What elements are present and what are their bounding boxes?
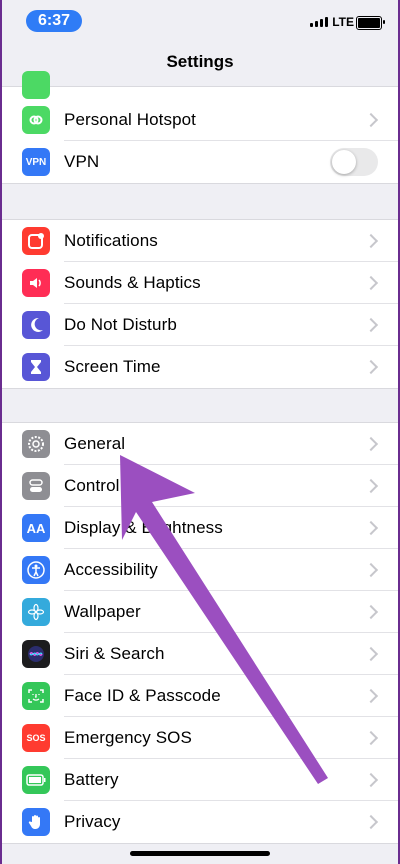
chevron-right-icon (363, 436, 379, 452)
chevron-right-icon (363, 233, 379, 249)
settings-row-general[interactable]: General (2, 423, 398, 465)
settings-row-label: Wallpaper (64, 602, 141, 621)
cellular-icon (22, 71, 50, 99)
settings-row-personal-hotspot[interactable]: Personal Hotspot (2, 99, 398, 141)
settings-row-label: Screen Time (64, 357, 161, 376)
network-type: LTE (332, 15, 354, 29)
settings-row-sounds[interactable]: Sounds & Haptics (2, 262, 398, 304)
settings-row-label: Privacy (64, 812, 121, 831)
hotspot-icon (22, 106, 50, 134)
chevron-right-icon (363, 478, 379, 494)
display-icon: AA (22, 514, 50, 542)
chevron-right-icon (363, 562, 379, 578)
page-title: Settings (166, 52, 234, 71)
settings-row-label: Do Not Disturb (64, 315, 177, 334)
chevron-right-icon (363, 520, 379, 536)
chevron-right-icon (363, 112, 379, 128)
settings-group-notifications: Notifications Sounds & Haptics Do Not Di… (2, 219, 398, 389)
battery-icon (22, 766, 50, 794)
notifications-icon (22, 227, 50, 255)
settings-row-siri[interactable]: Siri & Search (2, 633, 398, 675)
chevron-right-icon (363, 275, 379, 291)
settings-row-face-id[interactable]: Face ID & Passcode (2, 675, 398, 717)
settings-row-screen-time[interactable]: Screen Time (2, 346, 398, 388)
chevron-right-icon (363, 730, 379, 746)
home-indicator[interactable] (130, 851, 270, 856)
vpn-icon: VPN (22, 148, 50, 176)
settings-row-display[interactable]: AA Display & Brightness (2, 507, 398, 549)
settings-row-emergency-sos[interactable]: SOS Emergency SOS (2, 717, 398, 759)
chevron-right-icon (363, 317, 379, 333)
speaker-icon (22, 269, 50, 297)
settings-row-label: Sounds & Haptics (64, 273, 201, 292)
settings-row-vpn[interactable]: VPN VPN (2, 141, 398, 183)
chevron-right-icon (363, 814, 379, 830)
gear-icon (22, 430, 50, 458)
settings-group-connectivity: Personal Hotspot VPN VPN (2, 71, 398, 184)
settings-row-label: Notifications (64, 231, 158, 250)
settings-row-label: Face ID & Passcode (64, 686, 221, 705)
chevron-right-icon (363, 359, 379, 375)
vpn-toggle[interactable] (330, 148, 378, 176)
status-bar: 6:37 LTE (2, 0, 398, 44)
sos-icon: SOS (22, 724, 50, 752)
settings-row-label: General (64, 434, 126, 453)
hand-icon (22, 808, 50, 836)
settings-row-battery[interactable]: Battery (2, 759, 398, 801)
settings-row-notifications[interactable]: Notifications (2, 220, 398, 262)
settings-row-label: Battery (64, 770, 119, 789)
settings-row-label: Emergency SOS (64, 728, 192, 747)
settings-row-label: Siri & Search (64, 644, 165, 663)
signal-icon (310, 17, 328, 27)
settings-row-privacy[interactable]: Privacy (2, 801, 398, 843)
settings-row-label: Display & Brightness (64, 518, 223, 537)
wallpaper-icon (22, 598, 50, 626)
settings-row-control-centre[interactable]: Control Centre (2, 465, 398, 507)
status-time[interactable]: 6:37 (26, 10, 82, 32)
settings-row-label: Control Centre (64, 476, 176, 495)
settings-row-label: Accessibility (64, 560, 158, 579)
settings-row-label: Personal Hotspot (64, 110, 197, 129)
accessibility-icon (22, 556, 50, 584)
settings-group-general: General Control Centre AA Display & Brig… (2, 422, 398, 844)
chevron-right-icon (363, 604, 379, 620)
control-centre-icon (22, 472, 50, 500)
siri-icon (22, 640, 50, 668)
hourglass-icon (22, 353, 50, 381)
settings-row-do-not-disturb[interactable]: Do Not Disturb (2, 304, 398, 346)
settings-row-label: VPN (64, 152, 100, 171)
face-id-icon (22, 682, 50, 710)
settings-row-accessibility[interactable]: Accessibility (2, 549, 398, 591)
settings-row-wallpaper[interactable]: Wallpaper (2, 591, 398, 633)
moon-icon (22, 311, 50, 339)
chevron-right-icon (363, 646, 379, 662)
chevron-right-icon (363, 688, 379, 704)
battery-status-icon (356, 16, 385, 30)
chevron-right-icon (363, 772, 379, 788)
partial-row (2, 71, 398, 99)
